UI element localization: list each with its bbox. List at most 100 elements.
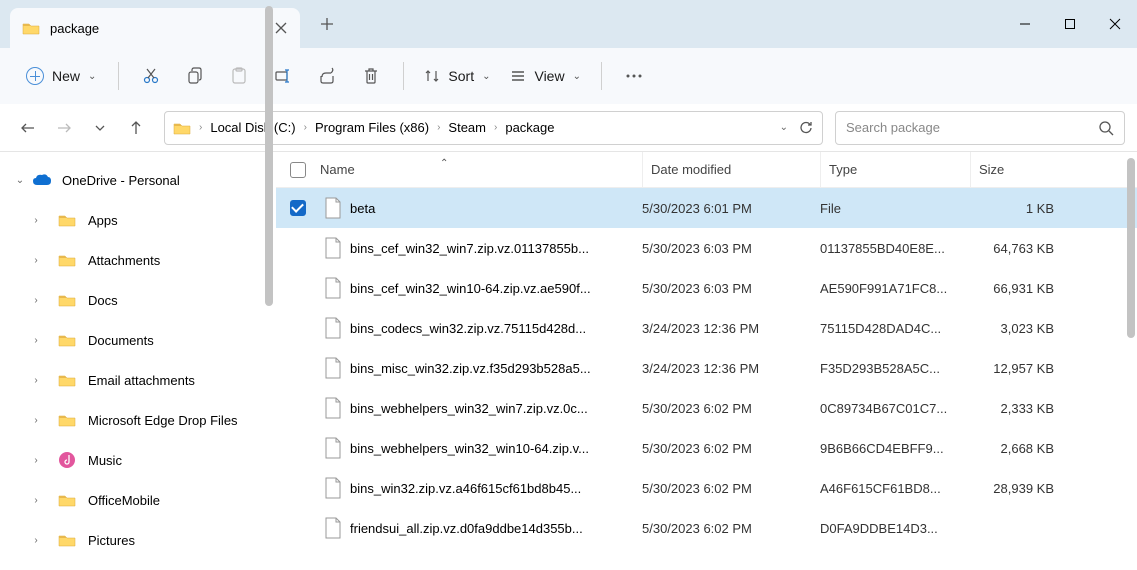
- column-header-date[interactable]: Date modified: [642, 152, 820, 187]
- file-icon: [324, 237, 342, 259]
- breadcrumb-root-chevron[interactable]: ›: [191, 122, 206, 133]
- sidebar-item[interactable]: ›Attachments: [0, 240, 276, 280]
- sidebar-item-label: Music: [88, 453, 122, 468]
- file-icon: [324, 437, 342, 459]
- file-name-cell[interactable]: bins_win32.zip.vz.a46f615cf61bd8b45...: [320, 477, 642, 499]
- tab-title: package: [50, 21, 274, 36]
- more-button[interactable]: [614, 56, 654, 96]
- sort-button[interactable]: Sort ⌄: [416, 68, 498, 84]
- sidebar: ⌄ OneDrive - Personal ›Apps›Attachments›…: [0, 152, 276, 570]
- file-name-cell[interactable]: beta: [320, 197, 642, 219]
- expand-icon[interactable]: ›: [28, 455, 44, 466]
- sidebar-item[interactable]: › Music: [0, 440, 276, 480]
- expand-icon[interactable]: ›: [28, 375, 44, 386]
- file-row[interactable]: bins_webhelpers_win32_win10-64.zip.v... 5…: [276, 428, 1137, 468]
- paste-icon: [230, 67, 248, 85]
- cut-button[interactable]: [131, 56, 171, 96]
- file-name-cell[interactable]: friendsui_all.zip.vz.d0fa9ddbe14d355b...: [320, 517, 642, 539]
- arrow-right-icon: [56, 120, 72, 136]
- sidebar-root-onedrive[interactable]: ⌄ OneDrive - Personal: [0, 160, 276, 200]
- collapse-icon[interactable]: ⌄: [12, 175, 28, 186]
- file-size: 12,957 KB: [970, 361, 1066, 376]
- sidebar-item[interactable]: ›Pictures: [0, 520, 276, 560]
- breadcrumb-item[interactable]: Program Files (x86)›: [311, 120, 444, 135]
- file-row[interactable]: bins_cef_win32_win7.zip.vz.01137855b...5…: [276, 228, 1137, 268]
- file-row[interactable]: bins_codecs_win32.zip.vz.75115d428d...3/…: [276, 308, 1137, 348]
- new-button[interactable]: New ⌄: [16, 61, 106, 91]
- sidebar-item[interactable]: ›Apps: [0, 200, 276, 240]
- forward-button[interactable]: [48, 112, 80, 144]
- file-date: 5/30/2023 6:02 PM: [642, 521, 820, 536]
- expand-icon[interactable]: ›: [28, 495, 44, 506]
- separator: [601, 62, 602, 90]
- refresh-icon[interactable]: [798, 120, 814, 136]
- file-name-cell[interactable]: bins_webhelpers_win32_win10-64.zip.v...: [320, 437, 642, 459]
- file-name-cell[interactable]: bins_misc_win32.zip.vz.f35d293b528a5...: [320, 357, 642, 379]
- up-button[interactable]: [120, 112, 152, 144]
- breadcrumb-item[interactable]: Steam›: [444, 120, 501, 135]
- delete-button[interactable]: [351, 56, 391, 96]
- file-row[interactable]: beta5/30/2023 6:01 PMFile1 KB: [276, 188, 1137, 228]
- tab-active[interactable]: package: [10, 8, 300, 48]
- column-header-type[interactable]: Type: [820, 152, 970, 187]
- copy-button[interactable]: [175, 56, 215, 96]
- file-name: friendsui_all.zip.vz.d0fa9ddbe14d355b...: [350, 521, 583, 536]
- paste-button[interactable]: [219, 56, 259, 96]
- copy-icon: [186, 67, 204, 85]
- file-name-cell[interactable]: bins_webhelpers_win32_win7.zip.vz.0c...: [320, 397, 642, 419]
- view-button[interactable]: View ⌄: [502, 68, 588, 84]
- file-name-cell[interactable]: bins_cef_win32_win7.zip.vz.01137855b...: [320, 237, 642, 259]
- select-all-checkbox[interactable]: [276, 162, 320, 178]
- file-name: bins_cef_win32_win10-64.zip.vz.ae590f...: [350, 281, 591, 296]
- sidebar-item[interactable]: ›Email attachments: [0, 360, 276, 400]
- folder-icon: [58, 493, 76, 507]
- expand-icon[interactable]: ›: [28, 215, 44, 226]
- expand-icon[interactable]: ›: [28, 535, 44, 546]
- column-headers: ⌃Name Date modified Type Size: [276, 152, 1137, 188]
- chevron-down-icon: ⌄: [482, 71, 490, 82]
- expand-icon[interactable]: ›: [28, 335, 44, 346]
- breadcrumb-item[interactable]: package: [501, 120, 558, 135]
- row-checkbox[interactable]: [276, 200, 320, 216]
- maximize-button[interactable]: [1047, 0, 1092, 48]
- file-name-cell[interactable]: bins_cef_win32_win10-64.zip.vz.ae590f...: [320, 277, 642, 299]
- close-tab-icon[interactable]: [274, 21, 288, 35]
- address-bar[interactable]: › Local Disk (C:)› Program Files (x86)› …: [164, 111, 823, 145]
- share-button[interactable]: [307, 56, 347, 96]
- sidebar-item[interactable]: ›OfficeMobile: [0, 480, 276, 520]
- file-name: bins_webhelpers_win32_win7.zip.vz.0c...: [350, 401, 588, 416]
- file-size: 1 KB: [970, 201, 1066, 216]
- breadcrumb-item[interactable]: Local Disk (C:)›: [206, 120, 311, 135]
- expand-icon[interactable]: ›: [28, 415, 44, 426]
- file-date: 5/30/2023 6:03 PM: [642, 241, 820, 256]
- file-row[interactable]: friendsui_all.zip.vz.d0fa9ddbe14d355b...…: [276, 508, 1137, 548]
- file-row[interactable]: bins_misc_win32.zip.vz.f35d293b528a5...3…: [276, 348, 1137, 388]
- file-icon: [324, 277, 342, 299]
- plus-icon: [320, 17, 334, 31]
- search-box[interactable]: Search package: [835, 111, 1125, 145]
- address-dropdown[interactable]: ⌄: [780, 122, 788, 133]
- new-tab-button[interactable]: [320, 17, 334, 31]
- file-row[interactable]: bins_webhelpers_win32_win7.zip.vz.0c...5…: [276, 388, 1137, 428]
- file-date: 5/30/2023 6:02 PM: [642, 441, 820, 456]
- chevron-down-icon: ⌄: [88, 71, 96, 82]
- expand-icon[interactable]: ›: [28, 295, 44, 306]
- sidebar-item[interactable]: ›Docs: [0, 280, 276, 320]
- minimize-button[interactable]: [1002, 0, 1047, 48]
- sidebar-item[interactable]: ›Documents: [0, 320, 276, 360]
- back-button[interactable]: [12, 112, 44, 144]
- folder-icon: [58, 253, 76, 267]
- recent-button[interactable]: [84, 112, 116, 144]
- file-name-cell[interactable]: bins_codecs_win32.zip.vz.75115d428d...: [320, 317, 642, 339]
- sidebar-item[interactable]: ›Microsoft Edge Drop Files: [0, 400, 276, 440]
- expand-icon[interactable]: ›: [28, 255, 44, 266]
- file-icon: [324, 357, 342, 379]
- scissors-icon: [142, 67, 160, 85]
- close-window-button[interactable]: [1092, 0, 1137, 48]
- file-row[interactable]: bins_win32.zip.vz.a46f615cf61bd8b45...5/…: [276, 468, 1137, 508]
- sidebar-scrollbar[interactable]: [265, 6, 273, 306]
- file-row[interactable]: bins_cef_win32_win10-64.zip.vz.ae590f...…: [276, 268, 1137, 308]
- column-header-name[interactable]: ⌃Name: [320, 162, 642, 177]
- file-name: bins_webhelpers_win32_win10-64.zip.v...: [350, 441, 589, 456]
- column-header-size[interactable]: Size: [970, 152, 1066, 187]
